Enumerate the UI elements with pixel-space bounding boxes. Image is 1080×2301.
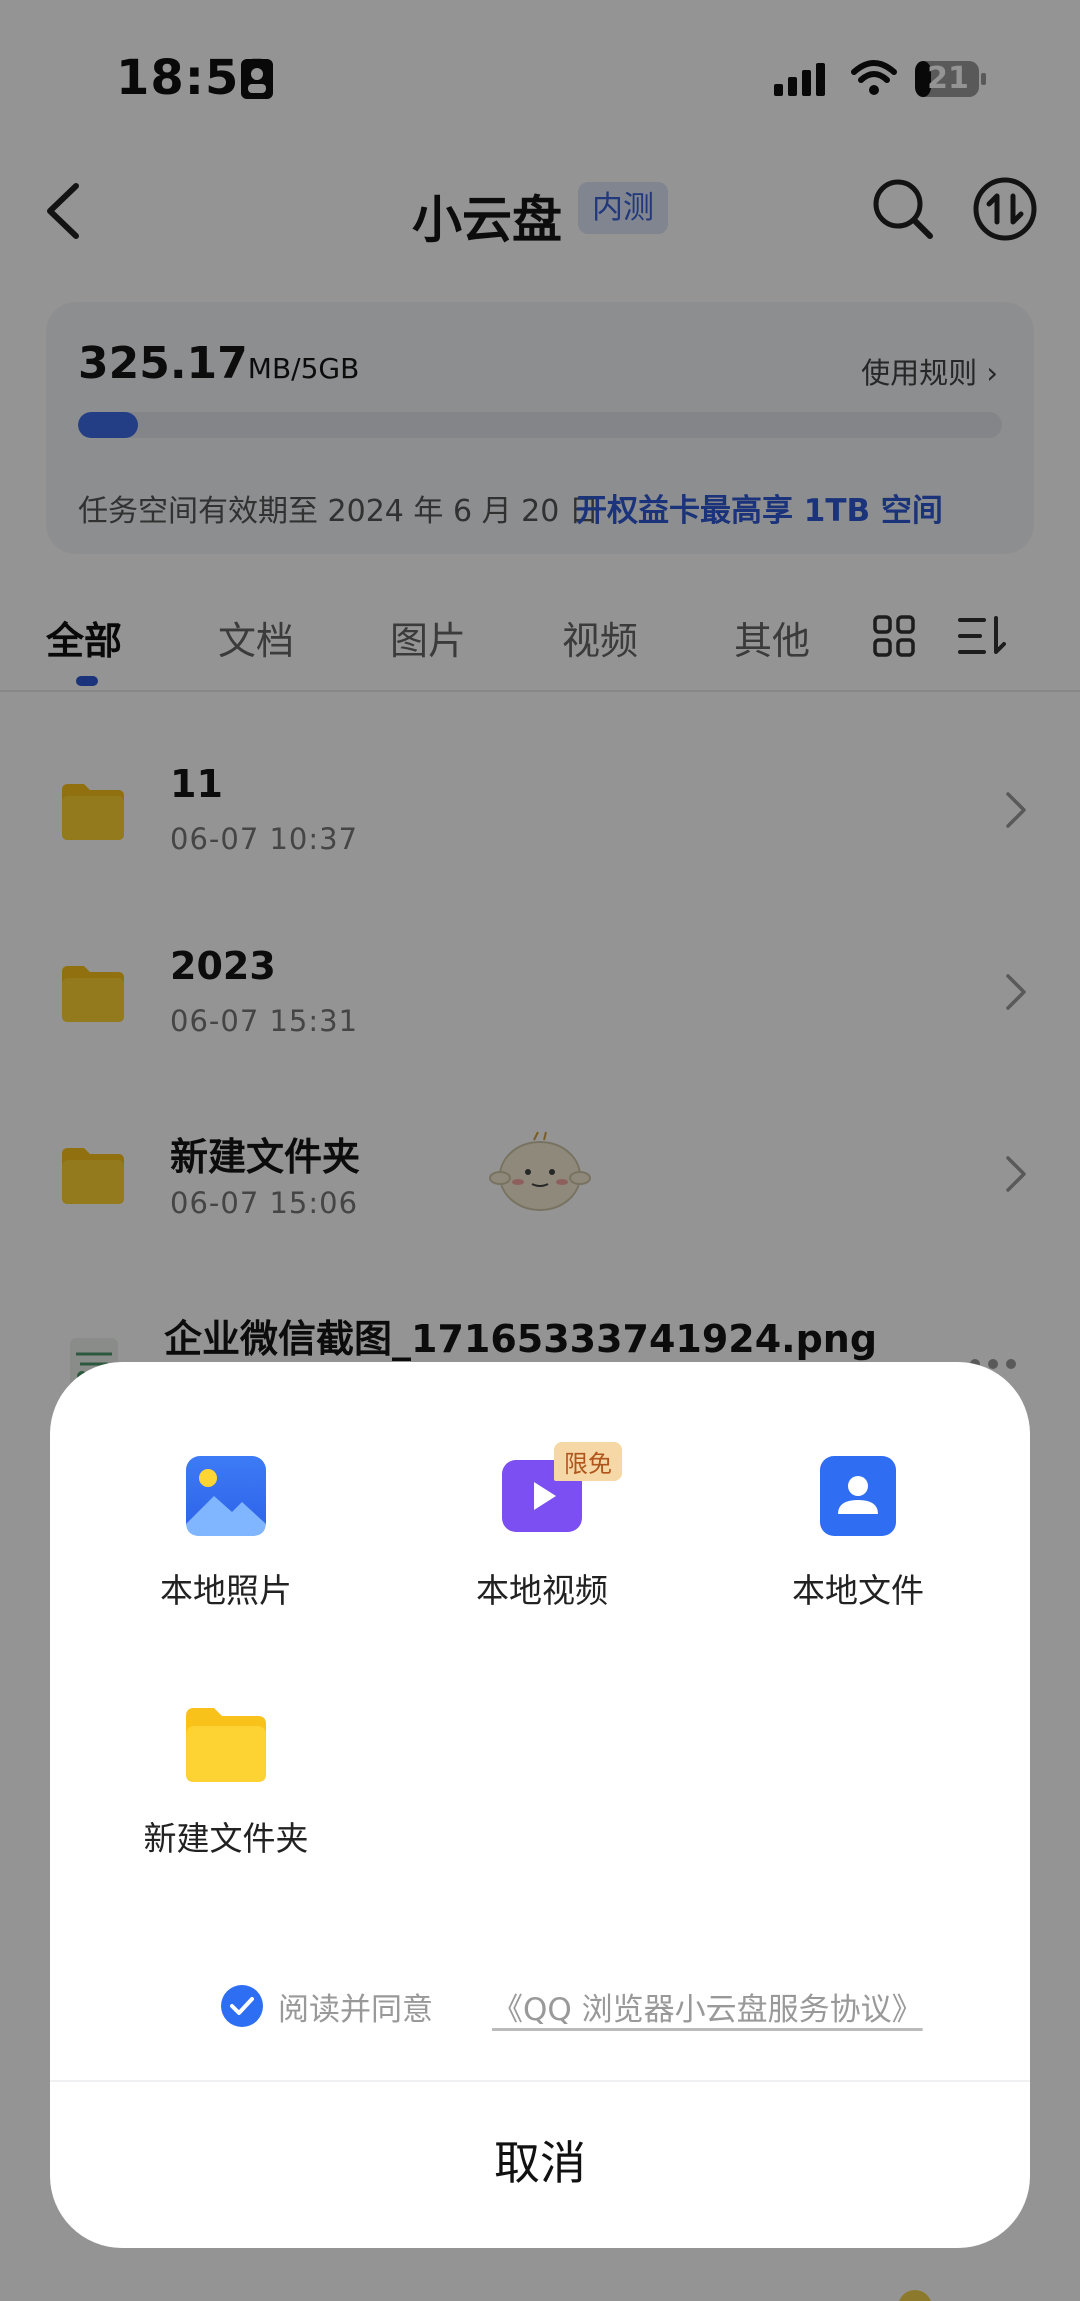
checkbox-checked-icon[interactable] (220, 1984, 264, 2028)
app-root: 18:51 21 小云盘 内测 325.17MB/5GB 使用规则 › 任务空间… (0, 0, 1080, 2301)
action-local-video[interactable]: 限免 本地视频 (392, 1442, 692, 1654)
folder-icon (186, 1708, 266, 1782)
agreement-text: 阅读并同意 (278, 1992, 433, 2028)
photo-icon (186, 1456, 266, 1536)
agreement-link[interactable]: 《QQ 浏览器小云盘服务协议》 (492, 1984, 923, 2029)
agreement-row: 阅读并同意 《QQ 浏览器小云盘服务协议》 (220, 1978, 923, 2038)
action-local-photos[interactable]: 本地照片 (76, 1454, 376, 1654)
action-label: 本地文件 (792, 1571, 924, 1610)
action-new-folder[interactable]: 新建文件夹 (76, 1702, 376, 1902)
action-label: 新建文件夹 (143, 1819, 309, 1858)
upload-action-sheet: 本地照片 限免 本地视频 本地文件 新建文件夹 阅读并同意 《QQ 浏览器小云盘… (50, 1362, 1030, 2248)
cancel-button[interactable]: 取消 (50, 2082, 1030, 2248)
contact-file-icon (820, 1456, 896, 1536)
free-badge: 限免 (554, 1442, 622, 1481)
action-label: 本地视频 (476, 1571, 608, 1610)
action-label: 本地照片 (160, 1571, 292, 1610)
action-local-files[interactable]: 本地文件 (708, 1454, 1008, 1654)
